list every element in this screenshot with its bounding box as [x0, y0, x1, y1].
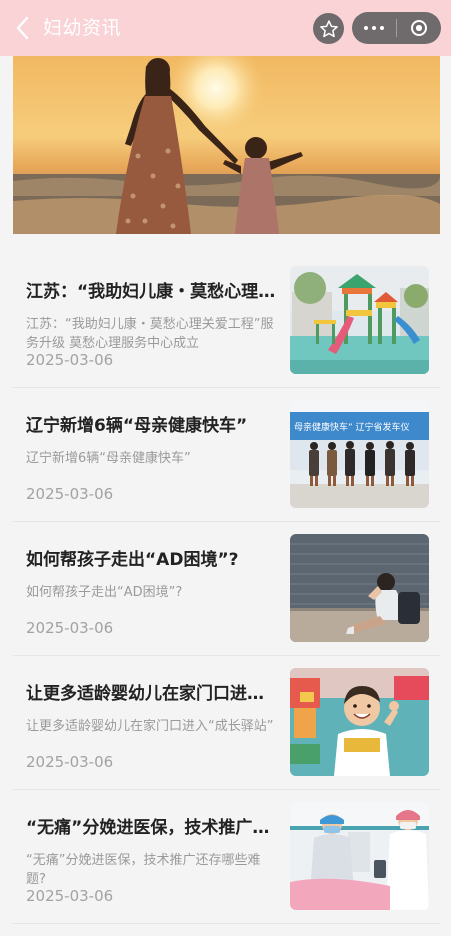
sad-child-thumbnail [290, 534, 429, 642]
sunset-beach-illustration [13, 56, 440, 234]
article-item[interactable]: “无痛”分娩进医保，技术推广还存哪些难题? “无痛”分娩进医保，技术推广还存哪些… [13, 790, 440, 924]
article-date: 2025-03-06 [26, 887, 114, 905]
close-button[interactable] [397, 12, 441, 44]
article-item[interactable]: 辽宁新增6辆“母亲健康快车” 辽宁新增6辆“母亲健康快车” 2025-03-06… [13, 388, 440, 522]
top-nav-bar: 妇幼资讯 [0, 0, 451, 56]
more-icon [364, 26, 384, 30]
article-title: 让更多适龄婴幼儿在家门口进入“成长驿站” [26, 684, 276, 704]
more-button[interactable] [352, 12, 396, 44]
article-summary: 让更多适龄婴幼儿在家门口进入“成长驿站” [26, 719, 274, 734]
menu-capsule [352, 12, 441, 44]
hospital-thumbnail [290, 802, 429, 910]
article-thumbnail [290, 534, 429, 642]
close-circle-icon [411, 20, 427, 36]
page-title: 妇幼资讯 [43, 17, 122, 39]
article-title: 江苏：“我助妇儿康・莫愁心理关爱工程”服务升级 莫愁心理服务中心成立 [26, 282, 276, 302]
article-title: “无痛”分娩进医保，技术推广还存哪些难题? [26, 818, 276, 838]
article-date: 2025-03-06 [26, 619, 114, 637]
article-summary: 如何帮孩子走出“AD困境”? [26, 585, 183, 600]
article-list: 江苏：“我助妇儿康・莫愁心理关爱工程”服务升级 莫愁心理服务中心成立 江苏：“我… [13, 254, 440, 924]
favorite-button[interactable] [313, 13, 344, 44]
article-title: 辽宁新增6辆“母亲健康快车” [26, 416, 248, 436]
banner-image[interactable] [13, 56, 440, 234]
article-thumbnail [290, 668, 429, 776]
article-date: 2025-03-06 [26, 485, 114, 503]
article-summary: 江苏：“我助妇儿康・莫愁心理关爱工程”服务升级 莫愁心理服务中心成立 [26, 317, 274, 351]
article-summary: 辽宁新增6辆“母亲健康快车” [26, 451, 191, 466]
ceremony-banner-text: 母亲健康快车” 辽宁省发车仪 [294, 421, 410, 433]
article-item[interactable]: 让更多适龄婴幼儿在家门口进入“成长驿站” 让更多适龄婴幼儿在家门口进入“成长驿站… [13, 656, 440, 790]
back-icon [16, 16, 29, 40]
ceremony-thumbnail: 母亲健康快车” 辽宁省发车仪 [290, 400, 429, 508]
article-title: 如何帮孩子走出“AD困境”? [26, 550, 239, 570]
smiling-child-thumbnail [290, 668, 429, 776]
article-item[interactable]: 江苏：“我助妇儿康・莫愁心理关爱工程”服务升级 莫愁心理服务中心成立 江苏：“我… [13, 254, 440, 388]
article-item[interactable]: 如何帮孩子走出“AD困境”? 如何帮孩子走出“AD困境”? 2025-03-06 [13, 522, 440, 656]
article-date: 2025-03-06 [26, 351, 114, 369]
article-thumbnail [290, 266, 429, 374]
article-thumbnail [290, 802, 429, 910]
back-button[interactable] [12, 14, 34, 42]
article-summary: “无痛”分娩进医保，技术推广还存哪些难题? [26, 853, 261, 887]
playground-thumbnail [290, 266, 429, 374]
article-thumbnail: 母亲健康快车” 辽宁省发车仪 [290, 400, 429, 508]
star-icon [319, 19, 338, 37]
article-date: 2025-03-06 [26, 753, 114, 771]
